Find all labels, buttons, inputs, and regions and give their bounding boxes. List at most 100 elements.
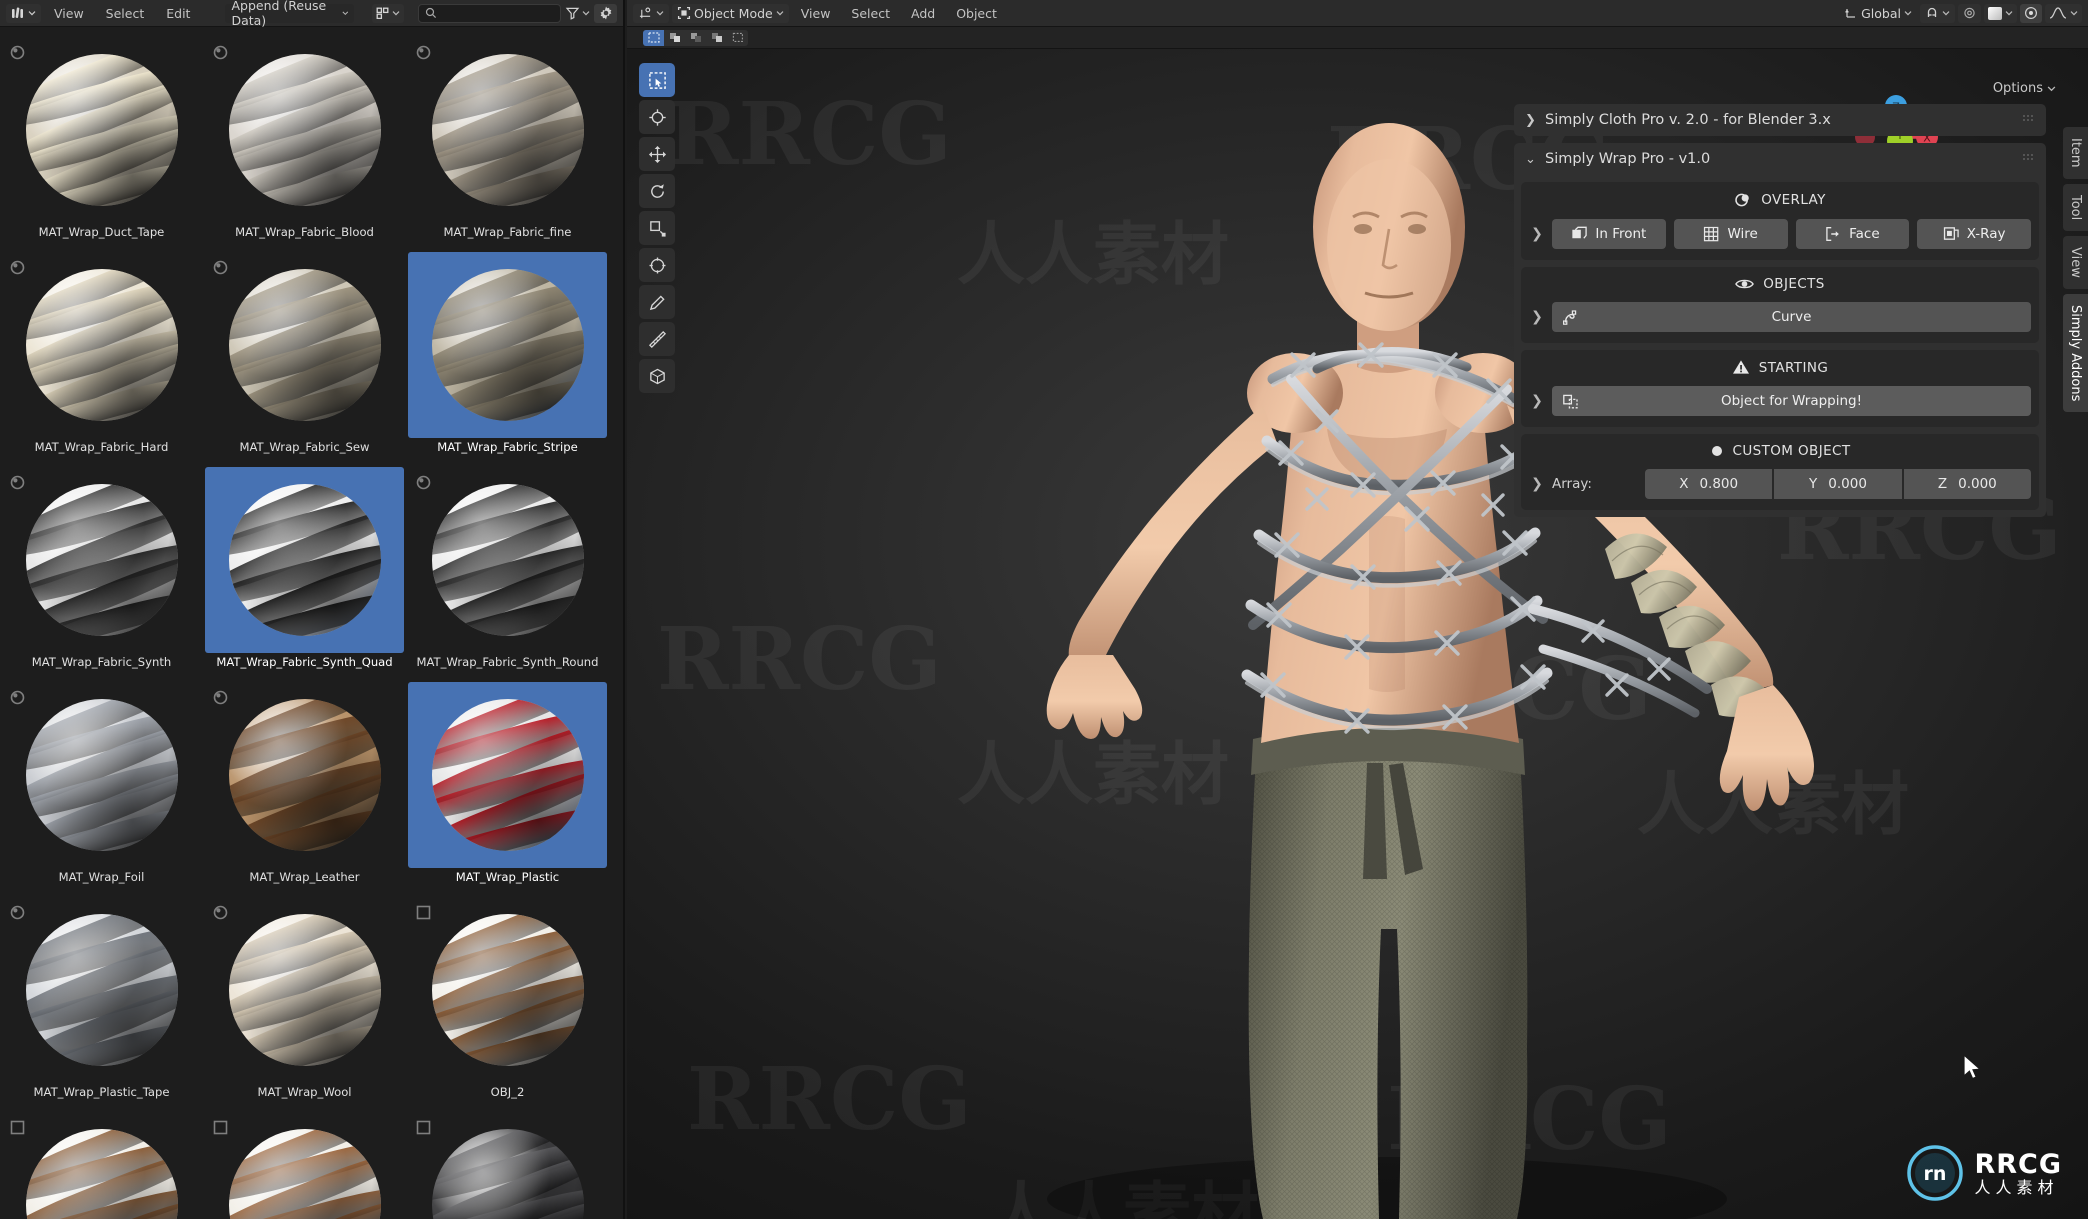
asset-item[interactable]: MAT_Wrap_Plastic — [406, 678, 609, 893]
n-panel-tab-item[interactable]: Item — [2063, 127, 2088, 179]
asset-item[interactable]: MAT_Wrap_Fabric_Stripe — [406, 248, 609, 463]
interaction-mode-dropdown[interactable]: Object Mode — [672, 3, 789, 23]
overlay-xray-button[interactable]: X-Ray — [1917, 219, 2031, 249]
select-circle-button[interactable] — [685, 30, 706, 46]
asset-item[interactable]: OBJ_2 — [406, 893, 609, 1108]
asset-item[interactable]: MAT_Wrap_Wool — [203, 893, 406, 1108]
asset-thumbnail[interactable] — [2, 252, 201, 438]
asset-item[interactable]: MAT_Wrap_Fabric_Sew — [203, 248, 406, 463]
shading-mode-dropdown[interactable] — [1984, 3, 2017, 23]
array-x-field[interactable]: X 0.800 — [1645, 469, 1773, 499]
array-y-field[interactable]: Y 0.000 — [1774, 469, 1902, 499]
asset-thumbnail[interactable] — [2, 467, 201, 653]
menu-object[interactable]: Object — [947, 6, 1006, 21]
asset-item[interactable]: MAT_Wrap_Leather — [203, 678, 406, 893]
n-panel-tab-tool[interactable]: Tool — [2063, 183, 2088, 231]
object-for-wrapping-button[interactable]: Object for Wrapping! — [1552, 386, 2031, 416]
asset-item[interactable]: MAT_Wrap_Fabric_Blood — [203, 33, 406, 248]
overlays-dropdown[interactable] — [2045, 3, 2082, 23]
tool-add-cube[interactable] — [639, 359, 675, 393]
viewport-toolbar[interactable] — [639, 63, 675, 393]
asset-item[interactable]: OBJ_Band_1 — [406, 1108, 609, 1219]
asset-thumbnail[interactable] — [205, 467, 404, 653]
expand-overlay-chevron[interactable]: ❯ — [1529, 226, 1545, 242]
menu-select[interactable]: Select — [842, 6, 899, 21]
menu-view[interactable]: View — [792, 6, 840, 21]
tool-cursor[interactable] — [639, 100, 675, 134]
proportional-editing-button[interactable] — [1958, 3, 1981, 23]
select-lasso-button[interactable] — [727, 30, 748, 46]
shading-solid-button[interactable] — [2020, 3, 2042, 23]
tool-measure[interactable] — [639, 322, 675, 356]
overlay-in-front-button[interactable]: In Front — [1552, 219, 1666, 249]
overlay-wire-button[interactable]: Wire — [1673, 219, 1788, 249]
asset-grid[interactable]: MAT_Wrap_Duct_Tape MAT_Wrap_Fabric_Blood M… — [0, 27, 623, 1219]
asset-item[interactable]: OBJ_4 — [203, 1108, 406, 1219]
grip-icon[interactable] — [2022, 112, 2035, 128]
tool-annotate[interactable] — [639, 285, 675, 319]
expand-starting-chevron[interactable]: ❯ — [1529, 393, 1545, 409]
n-panel-tab-simply-addons[interactable]: Simply Addons — [2063, 293, 2088, 413]
grip-icon[interactable] — [2022, 151, 2035, 167]
expand-custom-object-chevron[interactable]: ❯ — [1529, 476, 1545, 492]
asset-item[interactable]: MAT_Wrap_Fabric_Synth_Round — [406, 463, 609, 678]
tool-move[interactable] — [639, 137, 675, 171]
panel-header-simply-wrap-pro[interactable]: ⌄ Simply Wrap Pro - v1.0 — [1514, 143, 2046, 175]
snap-button[interactable] — [1920, 3, 1955, 23]
asset-thumbnail[interactable] — [408, 467, 607, 653]
panel-simply-cloth-pro[interactable]: ❯ Simply Cloth Pro v. 2.0 - for Blender … — [1514, 104, 2046, 136]
asset-thumbnail[interactable] — [205, 1112, 404, 1219]
asset-item[interactable]: MAT_Wrap_Foil — [0, 678, 203, 893]
asset-thumbnail[interactable] — [2, 1112, 201, 1219]
asset-thumbnail[interactable] — [205, 252, 404, 438]
asset-thumbnail[interactable] — [408, 682, 607, 868]
asset-thumbnail[interactable] — [408, 1112, 607, 1219]
asset-item[interactable]: MAT_Wrap_Fabric_Synth — [0, 463, 203, 678]
array-z-field[interactable]: Z 0.000 — [1903, 469, 2031, 499]
n-panel-tab-view[interactable]: View — [2063, 235, 2088, 289]
asset-item[interactable]: MAT_Wrap_Fabric_fine — [406, 33, 609, 248]
import-method-dropdown[interactable]: Append (Reuse Data) — [225, 0, 355, 28]
asset-thumbnail[interactable] — [205, 37, 404, 223]
select-tweak-button[interactable] — [643, 29, 664, 46]
menu-add[interactable]: Add — [902, 6, 944, 21]
tool-scale[interactable] — [639, 211, 675, 245]
tool-rotate[interactable] — [639, 174, 675, 208]
panel-simply-wrap-pro[interactable]: ⌄ Simply Wrap Pro - v1.0 OVERLAY ❯ In Fr… — [1514, 143, 2046, 517]
transform-orientation-dropdown[interactable]: Global — [1839, 4, 1917, 23]
expand-objects-chevron[interactable]: ❯ — [1529, 309, 1545, 325]
asset-item[interactable]: MAT_Wrap_Fabric_Hard — [0, 248, 203, 463]
tool-transform[interactable] — [639, 248, 675, 282]
asset-thumbnail[interactable] — [2, 682, 201, 868]
n-panel-tabs[interactable]: Item Tool View Simply Addons — [2061, 127, 2088, 413]
viewport-canvas[interactable]: RRCG 人人素材 RRCG 人人素材 RRCG 人人素材 RRCG 人人素材 … — [627, 49, 2088, 1219]
overlay-face-button[interactable]: Face — [1795, 219, 1910, 249]
asset-item[interactable]: MAT_Wrap_Duct_Tape — [0, 33, 203, 248]
editor-type-selector[interactable] — [633, 3, 669, 23]
asset-thumbnail[interactable] — [408, 897, 607, 1083]
select-mode-group[interactable] — [643, 29, 748, 46]
asset-thumbnail[interactable] — [408, 252, 607, 438]
select-box-button[interactable] — [664, 30, 685, 46]
asset-thumbnail[interactable] — [408, 37, 607, 223]
menu-edit[interactable]: Edit — [157, 4, 199, 23]
panel-header-simply-cloth-pro[interactable]: ❯ Simply Cloth Pro v. 2.0 - for Blender … — [1514, 104, 2046, 136]
filter-button[interactable] — [565, 6, 590, 20]
select-intersect-button[interactable] — [706, 30, 727, 46]
asset-thumbnail[interactable] — [2, 897, 201, 1083]
asset-item[interactable]: MAT_Wrap_Plastic_Tape — [0, 893, 203, 1108]
options-gear-button[interactable] — [594, 3, 617, 23]
objects-curve-button[interactable]: Curve — [1552, 302, 2031, 332]
editor-type-selector[interactable] — [6, 3, 41, 23]
asset-thumbnail[interactable] — [205, 682, 404, 868]
asset-thumbnail[interactable] — [205, 897, 404, 1083]
asset-item[interactable]: MAT_Wrap_Fabric_Synth_Quad — [203, 463, 406, 678]
menu-view[interactable]: View — [45, 4, 93, 23]
tool-select-box[interactable] — [639, 63, 675, 97]
display-mode-button[interactable] — [372, 3, 405, 23]
menu-select[interactable]: Select — [97, 4, 154, 23]
viewport-options-dropdown[interactable]: Options — [1993, 81, 2056, 96]
asset-thumbnail[interactable] — [2, 37, 201, 223]
search-input[interactable] — [418, 3, 561, 23]
asset-item[interactable]: OBJ_3 — [0, 1108, 203, 1219]
